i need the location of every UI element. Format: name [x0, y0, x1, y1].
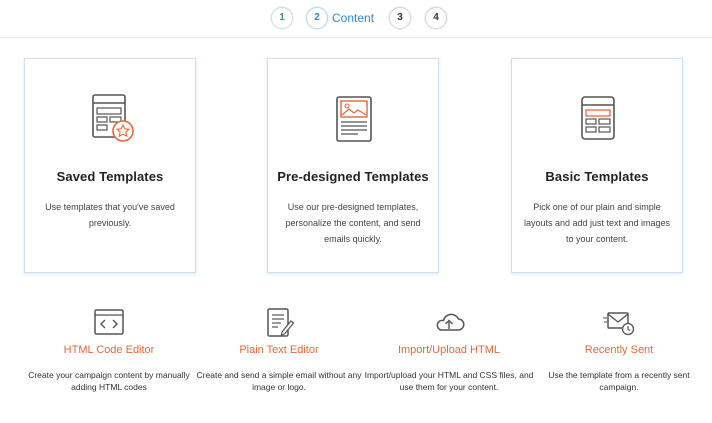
- code-editor-icon: [94, 309, 124, 335]
- recently-sent-option[interactable]: Recently Sent Use the template from a re…: [534, 308, 704, 393]
- option-title: Plain Text Editor: [239, 344, 319, 356]
- card-description: Use templates that you've saved previous…: [45, 202, 175, 228]
- basic-templates-card[interactable]: Basic Templates Pick one of our plain an…: [511, 58, 683, 273]
- card-title: Saved Templates: [56, 169, 164, 184]
- predesigned-template-icon: [336, 96, 372, 142]
- stepper-divider: [0, 37, 712, 38]
- html-code-editor-option[interactable]: HTML Code Editor Create your campaign co…: [24, 308, 194, 393]
- plain-text-editor-option[interactable]: Plain Text Editor Create and send a simp…: [194, 308, 364, 393]
- wizard-stepper: 1 2 Content 3 4: [0, 7, 712, 31]
- option-title: Import/Upload HTML: [397, 344, 501, 356]
- option-description: Create your campaign content by manually…: [28, 370, 190, 392]
- plain-text-icon: [267, 308, 295, 337]
- step-4[interactable]: 4: [425, 7, 447, 29]
- option-description: Create and send a simple email without a…: [196, 370, 362, 392]
- step-2-label: Content: [332, 11, 375, 25]
- card-title: Basic Templates: [545, 169, 649, 184]
- saved-templates-card[interactable]: Saved Templates Use templates that you'v…: [24, 58, 196, 273]
- step-3[interactable]: 3: [389, 7, 411, 29]
- recently-sent-icon: [603, 312, 635, 336]
- card-title: Pre-designed Templates: [277, 169, 429, 184]
- import-upload-html-option[interactable]: Import/Upload HTML Import/upload your HT…: [364, 308, 534, 393]
- option-description: Import/upload your HTML and CSS files, a…: [364, 370, 534, 392]
- option-title: HTML Code Editor: [63, 344, 155, 356]
- option-description: Use the template from a recently sent ca…: [548, 370, 690, 392]
- step-2[interactable]: 2: [306, 7, 328, 29]
- predesigned-templates-card[interactable]: Pre-designed Templates Use our pre-desig…: [267, 58, 439, 273]
- card-description: Pick one of our plain and simple layouts…: [523, 202, 671, 244]
- cloud-upload-icon: [436, 313, 465, 331]
- card-description: Use our pre-designed templates, personal…: [285, 202, 421, 244]
- basic-template-icon: [581, 96, 615, 140]
- saved-template-icon: [92, 94, 134, 142]
- step-1[interactable]: 1: [271, 7, 293, 29]
- option-title: Recently Sent: [584, 344, 654, 356]
